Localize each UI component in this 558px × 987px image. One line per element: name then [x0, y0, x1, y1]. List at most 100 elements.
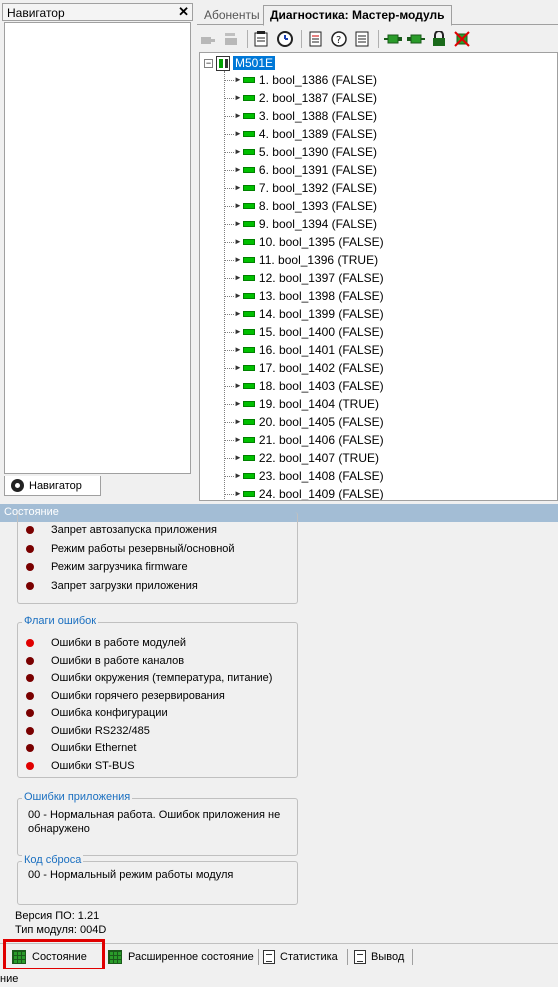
tree-item[interactable]: ► 21. bool_1406 (FALSE) [224, 431, 384, 449]
tree-connector [224, 241, 234, 243]
tree-item[interactable]: ► 4. bool_1389 (FALSE) [224, 125, 377, 143]
tree-item-label: 14. bool_1399 (FALSE) [258, 307, 384, 321]
tree-item[interactable]: ► 10. bool_1395 (FALSE) [224, 233, 384, 251]
tree-item[interactable]: ► 14. bool_1399 (FALSE) [224, 305, 384, 323]
module-type: Тип модуля: 004D [15, 924, 107, 936]
arrow-right-icon: ► [234, 93, 242, 102]
close-icon[interactable]: ✕ [178, 4, 189, 20]
tab-separator [412, 949, 413, 965]
tab-extended-status[interactable]: Расширенное состояние [108, 946, 254, 968]
tree-item[interactable]: ► 9. bool_1394 (FALSE) [224, 215, 377, 233]
green-indicator-icon [242, 185, 255, 191]
help-icon[interactable]: ? [330, 30, 348, 48]
tree-item[interactable]: ► 20. bool_1405 (FALSE) [224, 413, 384, 431]
mode-flags-group: Запрет автозапуска приложения Режим работ… [17, 512, 298, 604]
tree-connector [224, 385, 234, 387]
tree-item[interactable]: ► 18. bool_1403 (FALSE) [224, 377, 384, 395]
arrow-right-icon: ► [234, 129, 242, 138]
toolbar-separator [301, 30, 302, 48]
tab-separator [258, 949, 259, 965]
status-led-icon [26, 744, 34, 752]
green-indicator-icon [242, 455, 255, 461]
diagnostics-tree[interactable]: − M501E ► 1. bool_1386 (FALSE) ► 2. bool_13… [199, 52, 558, 501]
status-led-icon [26, 691, 34, 700]
navigator-title: Навигатор [7, 6, 65, 20]
tree-item[interactable]: ► 24. bool_1409 (FALSE) [224, 485, 384, 500]
flag-label: Режим работы резервный/основной [51, 542, 235, 555]
tab-diagnostics-master[interactable]: Диагностика: Мастер-модуль [263, 5, 452, 26]
tree-item[interactable]: ► 17. bool_1402 (FALSE) [224, 359, 384, 377]
arrow-right-icon: ► [234, 381, 242, 390]
connect-icon[interactable] [222, 30, 240, 48]
tree-item[interactable]: ► 22. bool_1407 (TRUE) [224, 449, 379, 467]
disconnect-icon[interactable] [199, 30, 217, 48]
green-indicator-icon [242, 437, 255, 443]
tree-item[interactable]: ► 8. bool_1393 (FALSE) [224, 197, 377, 215]
tree-item-label: 1. bool_1386 (FALSE) [258, 73, 377, 87]
arrow-right-icon: ► [234, 489, 242, 498]
tree-item-label: 5. bool_1390 (FALSE) [258, 145, 377, 159]
tree-connector [224, 457, 234, 459]
green-indicator-icon [242, 239, 255, 245]
tab-separator [347, 949, 348, 965]
tree-item[interactable]: ► 5. bool_1390 (FALSE) [224, 143, 377, 161]
plug-out-icon[interactable] [407, 30, 425, 48]
properties-icon[interactable] [253, 30, 271, 48]
navigator-tab[interactable]: Навигатор [4, 476, 101, 496]
tree-item[interactable]: ► 12. bool_1397 (FALSE) [224, 269, 384, 287]
tree-item[interactable]: ► 3. bool_1388 (FALSE) [224, 107, 377, 125]
tree-item[interactable]: ► 16. bool_1401 (FALSE) [224, 341, 384, 359]
tree-connector [224, 475, 234, 477]
reset-code-text: 00 - Нормальный режим работы модуля [28, 869, 234, 881]
tree-item[interactable]: ► 2. bool_1387 (FALSE) [224, 89, 377, 107]
green-indicator-icon [242, 257, 255, 263]
status-led-icon [26, 674, 34, 682]
navigator-tree-area[interactable] [4, 22, 191, 474]
tree-item-label: 20. bool_1405 (FALSE) [258, 415, 384, 429]
plug-in-icon[interactable] [384, 30, 402, 48]
clock-icon[interactable] [276, 30, 294, 48]
arrow-right-icon: ► [234, 363, 242, 372]
flag-row: Режим загрузчика firmware [26, 561, 188, 573]
tree-root-node[interactable]: − M501E [204, 55, 276, 71]
gear-icon [11, 479, 24, 492]
list-icon[interactable] [353, 30, 371, 48]
tree-item[interactable]: ► 19. bool_1404 (TRUE) [224, 395, 379, 413]
tree-item-label: 2. bool_1387 (FALSE) [258, 91, 377, 105]
green-indicator-icon [242, 419, 255, 425]
tree-item[interactable]: ► 11. bool_1396 (TRUE) [224, 251, 378, 269]
collapse-icon[interactable]: − [204, 58, 213, 68]
document-tabs: Абоненты Диагностика: Мастер-модуль [197, 3, 558, 26]
status-panel: Запрет автозапуска приложения Режим работ… [0, 512, 558, 942]
tab-statistics[interactable]: Статистика [263, 946, 338, 968]
flag-label: Ошибки окружения (температура, питание) [51, 672, 273, 684]
tree-connector [224, 421, 234, 423]
tab-subscribers[interactable]: Абоненты [198, 6, 266, 25]
flag-label: Ошибки ST-BUS [51, 759, 135, 772]
stop-icon[interactable] [453, 30, 471, 48]
toolbar-separator [378, 30, 379, 48]
tab-output[interactable]: Вывод [354, 946, 404, 968]
tree-item[interactable]: ► 6. bool_1391 (FALSE) [224, 161, 377, 179]
arrow-right-icon: ► [234, 435, 242, 444]
flag-row: Режим работы резервный/основной [26, 543, 235, 555]
tree-item-label: 13. bool_1398 (FALSE) [258, 289, 384, 303]
tree-item[interactable]: ► 15. bool_1400 (FALSE) [224, 323, 384, 341]
arrow-right-icon: ► [234, 111, 242, 120]
green-indicator-icon [242, 347, 255, 353]
lock-icon[interactable] [430, 30, 448, 48]
arrow-right-icon: ► [234, 291, 242, 300]
tree-root-label[interactable]: M501E [233, 56, 276, 70]
tree-item[interactable]: ► 1. bool_1386 (FALSE) [224, 71, 377, 89]
tree-item[interactable]: ► 23. bool_1408 (FALSE) [224, 467, 384, 485]
tree-item[interactable]: ► 13. bool_1398 (FALSE) [224, 287, 384, 305]
tree-item-label: 19. bool_1404 (TRUE) [258, 397, 379, 411]
tree-item[interactable]: ► 7. bool_1392 (FALSE) [224, 179, 377, 197]
tree-connector [224, 493, 234, 495]
app-errors-text: 00 - Нормальная работа. Ошибок приложени… [28, 809, 281, 835]
tree-connector [224, 331, 234, 333]
tab-extended-status-label: Расширенное состояние [128, 951, 254, 963]
arrow-right-icon: ► [234, 453, 242, 462]
report-icon[interactable] [307, 30, 325, 48]
app-errors-group: Ошибки приложения 00 - Нормальная работа… [17, 791, 298, 856]
